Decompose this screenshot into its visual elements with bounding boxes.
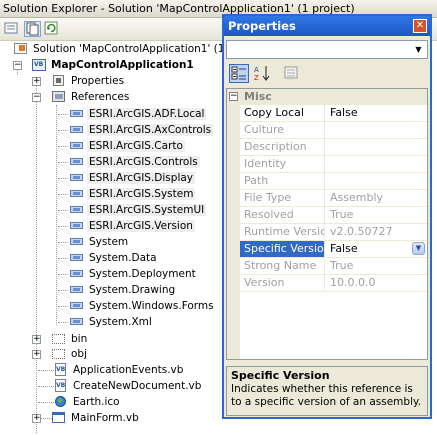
property-row-strong-name[interactable]: Strong Name True xyxy=(240,258,427,275)
collapse-references-icon[interactable]: − xyxy=(32,93,41,102)
reference-item[interactable]: System.Drawing xyxy=(70,282,177,298)
collapse-project-icon[interactable]: − xyxy=(13,61,22,70)
property-row-file-type[interactable]: File Type Assembly xyxy=(240,190,427,207)
svg-text:Z: Z xyxy=(254,74,259,81)
reference-item[interactable]: System xyxy=(70,234,130,250)
earth-icon xyxy=(54,395,68,408)
tree-file[interactable]: CreateNewDocument.vb xyxy=(54,378,203,394)
chevron-down-icon[interactable]: ▼ xyxy=(411,42,426,57)
property-row-specific-version[interactable]: Specific Version False ▼ xyxy=(240,241,427,258)
reference-item[interactable]: ESRI.ArcGIS.Carto xyxy=(70,138,185,154)
form-icon xyxy=(52,411,66,424)
reference-icon xyxy=(70,155,84,168)
collapse-category-icon[interactable]: − xyxy=(229,92,238,101)
category-misc[interactable]: − Misc xyxy=(227,89,427,105)
dropdown-arrow-icon[interactable]: ▼ xyxy=(412,242,425,255)
solution-icon xyxy=(14,42,28,55)
reference-icon xyxy=(70,219,84,232)
reference-icon xyxy=(70,187,84,200)
reference-icon xyxy=(70,251,84,264)
properties-folder-icon xyxy=(52,74,66,87)
reference-icon xyxy=(70,171,84,184)
expand-bin-icon[interactable]: + xyxy=(32,335,41,344)
tree-properties[interactable]: Properties xyxy=(52,73,126,89)
reference-icon xyxy=(70,299,84,312)
property-pages-icon[interactable] xyxy=(281,64,301,83)
reference-item[interactable]: ESRI.ArcGIS.AxControls xyxy=(70,122,214,138)
tree-project[interactable]: MapControlApplication1 xyxy=(32,57,196,73)
reference-item[interactable]: ESRI.ArcGIS.ADF.Local xyxy=(70,106,207,122)
reference-item[interactable]: System.Deployment xyxy=(70,266,198,282)
vb-project-icon xyxy=(32,58,46,71)
alphabetical-icon[interactable]: AZ xyxy=(252,64,272,83)
reference-icon xyxy=(70,235,84,248)
vb-file-icon xyxy=(54,379,68,392)
reference-item[interactable]: System.Xml xyxy=(70,314,154,330)
tree-references[interactable]: References xyxy=(52,89,131,105)
properties-toolbar: AZ xyxy=(224,62,430,86)
property-row-runtime-version[interactable]: Runtime Version v2.0.50727 xyxy=(240,224,427,241)
svg-text:A: A xyxy=(254,66,259,74)
expand-properties-icon[interactable]: + xyxy=(32,77,41,86)
reference-icon xyxy=(70,123,84,136)
expand-mainform-icon[interactable]: + xyxy=(32,414,41,423)
hidden-folder-icon xyxy=(52,347,66,360)
reference-item[interactable]: ESRI.ArcGIS.Controls xyxy=(70,154,200,170)
reference-icon xyxy=(70,139,84,152)
property-row-description[interactable]: Description xyxy=(240,139,427,156)
property-row-copy-local[interactable]: Copy Local False xyxy=(240,105,427,122)
tree-file[interactable]: ApplicationEvents.vb xyxy=(54,362,185,378)
object-selector[interactable]: ▼ xyxy=(226,40,428,59)
property-row-identity[interactable]: Identity xyxy=(240,156,427,173)
property-row-culture[interactable]: Culture xyxy=(240,122,427,139)
close-icon[interactable]: ✕ xyxy=(413,19,427,33)
references-folder-icon xyxy=(52,90,66,103)
properties-title: Properties xyxy=(224,16,430,36)
specific-version-value[interactable]: False ▼ xyxy=(326,241,427,257)
categorized-icon[interactable] xyxy=(229,64,249,83)
property-row-path[interactable]: Path xyxy=(240,173,427,190)
hidden-folder-icon xyxy=(52,332,66,345)
properties-icon[interactable] xyxy=(4,21,21,37)
vb-file-icon xyxy=(54,363,68,376)
tree-file[interactable]: Earth.ico xyxy=(54,394,122,410)
tree-folder-bin[interactable]: bin xyxy=(52,331,89,347)
reference-icon xyxy=(70,107,84,120)
reference-item[interactable]: ESRI.ArcGIS.SystemUI xyxy=(70,202,207,218)
properties-window: Properties ✕ ▼ AZ − Misc Copy Local Fals… xyxy=(222,14,432,419)
reference-item[interactable]: System.Data xyxy=(70,250,159,266)
reference-icon xyxy=(70,267,84,280)
reference-icon xyxy=(70,283,84,296)
show-all-files-icon[interactable] xyxy=(24,21,41,37)
reference-item[interactable]: System.Windows.Forms xyxy=(70,298,216,314)
reference-icon xyxy=(70,203,84,216)
reference-item[interactable]: ESRI.ArcGIS.Version xyxy=(70,218,195,234)
reference-item[interactable]: ESRI.ArcGIS.System xyxy=(70,186,196,202)
reference-icon xyxy=(70,315,84,328)
expand-obj-icon[interactable]: + xyxy=(32,350,41,359)
property-grid: − Misc Copy Local False Culture Descript… xyxy=(226,88,428,360)
description-pane: Specific Version Indicates whether this … xyxy=(226,366,428,416)
tree-file[interactable]: MainForm.vb xyxy=(52,410,141,426)
property-row-version[interactable]: Version 10.0.0.0 xyxy=(240,275,427,292)
tree-folder-obj[interactable]: obj xyxy=(52,346,89,362)
reference-item[interactable]: ESRI.ArcGIS.Display xyxy=(70,170,196,186)
property-row-resolved[interactable]: Resolved True xyxy=(240,207,427,224)
refresh-icon[interactable] xyxy=(44,21,61,37)
